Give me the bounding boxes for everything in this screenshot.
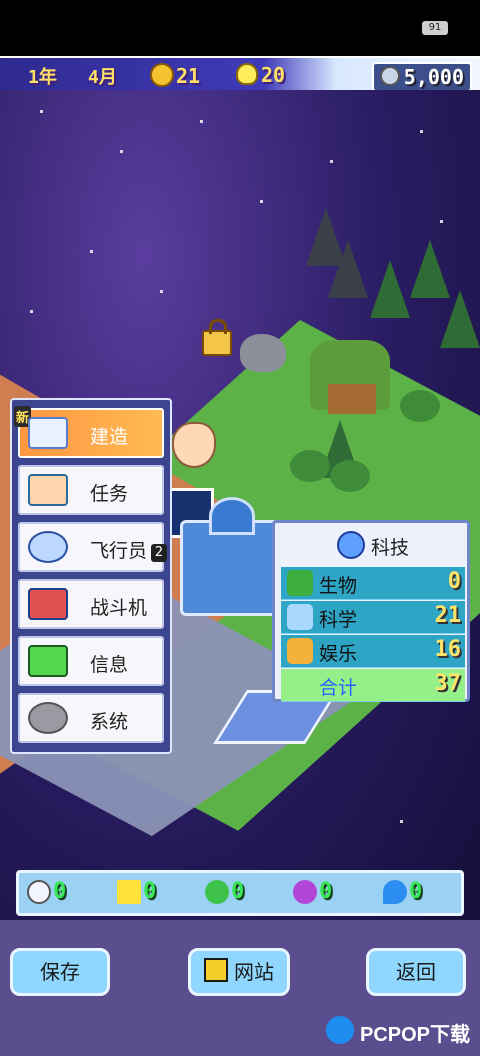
flower-cottage: [310, 340, 390, 414]
idea-count: 20: [261, 63, 286, 87]
resource-water: 0: [383, 879, 422, 909]
boulder: [240, 334, 286, 372]
menu-build[interactable]: 新 建造: [14, 406, 164, 458]
money-value: 5,000: [403, 65, 464, 89]
tech-value: 0: [447, 569, 461, 594]
lightbulb-icon: [236, 63, 258, 85]
blueprint-icon: [28, 417, 68, 449]
resource-sprout: 0: [205, 879, 244, 909]
crystal-icon: [293, 879, 317, 904]
bush: [400, 390, 440, 422]
pilot-helmet-icon: [28, 531, 68, 563]
save-button[interactable]: 保存: [10, 948, 110, 996]
menu-label: 任务: [90, 483, 129, 505]
game-screen: 91 1年 4月 21 20 5,000 1: [0, 0, 480, 1056]
back-button[interactable]: 返回: [366, 948, 466, 996]
tree-icon: [287, 570, 313, 596]
lightning-icon: [117, 879, 141, 904]
tech-row-biology: 生物 0: [281, 567, 465, 600]
bottom-bar: 保存 网站 返回 PCPOP下载: [0, 920, 480, 1056]
tech-total-value: 37: [434, 671, 462, 696]
tech-panel: 科技 生物 0 科学 21 娱乐 16 合计 37: [272, 520, 470, 702]
star: [440, 220, 443, 223]
top-hud: 1年 4月 21 20 5,000: [0, 56, 480, 94]
water-drop-icon: [383, 879, 407, 904]
lock-icon[interactable]: [202, 319, 232, 356]
command-menu: 新 建造 任务 飞行员 2 战斗机 信息 系统: [10, 398, 172, 754]
pilot-count-badge: 2: [151, 544, 168, 562]
menu-info[interactable]: 信息: [18, 636, 164, 686]
pointing-hand-icon: [172, 422, 216, 468]
tech-row-entertainment: 娱乐 16: [281, 635, 465, 668]
star: [330, 160, 333, 163]
tech-label: 生物: [319, 575, 358, 597]
money-display: 5,000: [371, 62, 472, 92]
menu-label: 系统: [90, 711, 129, 733]
research-lab-building[interactable]: [180, 497, 282, 616]
pine-tree: [370, 260, 410, 318]
menu-pilots[interactable]: 飞行员 2: [18, 522, 168, 572]
resource-bar: 0 0 0 0 0: [16, 870, 464, 916]
website-icon: [204, 958, 228, 982]
bubbles-icon: [27, 879, 51, 904]
tech-value: 16: [434, 637, 462, 662]
battery-indicator: 91: [422, 21, 448, 35]
tech-label: 科学: [319, 609, 358, 631]
tech-row-science: 科学 21: [281, 601, 465, 634]
star: [160, 290, 163, 293]
star: [400, 820, 403, 823]
mission-icon: [28, 474, 68, 506]
watermark-logo-icon: [326, 1016, 354, 1044]
resource-crystal: 0: [293, 879, 332, 909]
menu-missions[interactable]: 任务: [18, 465, 164, 515]
menu-label: 信息: [90, 654, 129, 676]
device-status-bar: 91: [0, 0, 480, 56]
menu-label: 飞行员 2: [90, 536, 168, 563]
flask-icon: [287, 604, 313, 630]
menu-label: 建造: [90, 426, 129, 448]
menu-system[interactable]: 系统: [18, 693, 164, 743]
menu-fighters[interactable]: 战斗机: [18, 579, 164, 629]
globe-icon: [337, 531, 365, 559]
gear-icon: [28, 702, 68, 734]
bush: [290, 450, 330, 482]
star: [200, 120, 203, 123]
resource-energy: 0: [117, 879, 156, 909]
website-button[interactable]: 网站: [188, 948, 290, 996]
tech-title: 科技: [371, 537, 410, 559]
tech-value: 21: [434, 603, 462, 628]
tech-row-total: 合计 37: [281, 669, 465, 702]
smiley-icon: [287, 638, 313, 664]
star: [120, 150, 123, 153]
monitor-icon: [28, 645, 68, 677]
tech-total-label: 合计: [319, 677, 358, 699]
fighter-ship-icon: [28, 588, 68, 620]
coin-count: 21: [176, 64, 201, 88]
coin-icon: [150, 63, 174, 87]
star: [260, 200, 263, 203]
menu-label: 战斗机: [90, 597, 148, 619]
star: [40, 110, 43, 113]
watermark: PCPOP下载: [326, 1008, 476, 1054]
year-display: 1年: [28, 67, 57, 88]
sprout-icon: [205, 879, 229, 904]
tech-label: 娱乐: [319, 643, 358, 665]
star: [420, 130, 423, 133]
month-display: 4月: [88, 67, 117, 88]
dead-tree: [328, 240, 368, 298]
star: [30, 310, 33, 313]
bush: [330, 460, 370, 492]
watermark-text: PCPOP下载: [360, 1024, 471, 1046]
currency-icon: [379, 66, 400, 86]
pine-tree: [440, 290, 480, 348]
resource-bubbles: 0: [27, 879, 66, 909]
star: [90, 250, 93, 253]
